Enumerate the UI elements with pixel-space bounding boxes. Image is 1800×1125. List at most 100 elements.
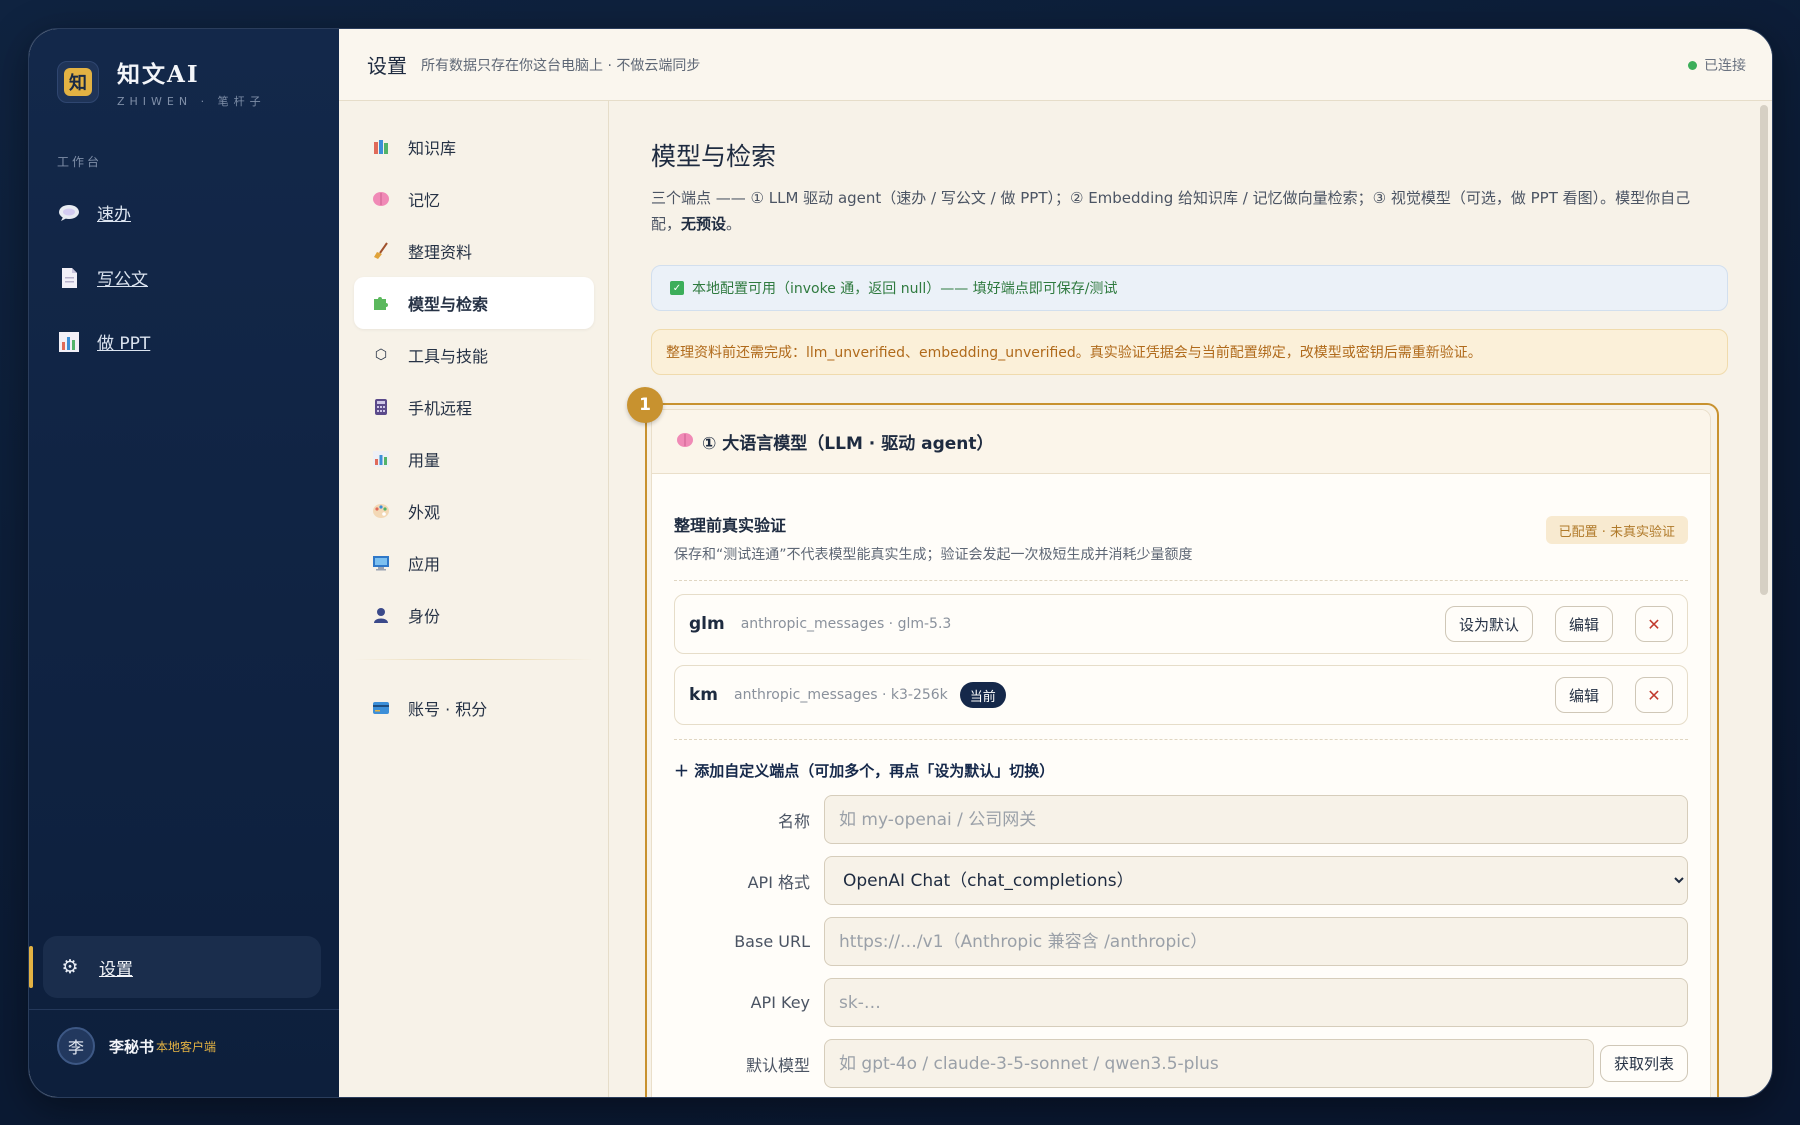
verify-description: 保存和“测试连通”不代表模型能真实生成；验证会发起一次极短生成并消耗少量额度: [674, 547, 1193, 563]
broom-icon: [370, 242, 392, 260]
subnav-item-remote[interactable]: 手机远程: [354, 381, 594, 433]
status-dot-icon: [1688, 60, 1697, 70]
desc-end: 。: [726, 215, 742, 233]
sidebar-item-quick[interactable]: 速办: [57, 200, 131, 225]
sidebar-item-label: 速办: [97, 205, 131, 225]
user-name: 李秘书: [109, 1037, 155, 1056]
subnav-label: 外观: [408, 503, 441, 522]
brain-icon: [370, 191, 392, 207]
form-row-name: 名称: [674, 795, 1688, 844]
page-title: 设置: [367, 54, 407, 78]
subnav-item-appearance[interactable]: 外观: [354, 485, 594, 537]
subnav-item-models[interactable]: 模型与检索: [354, 277, 594, 329]
subnav-item-organize[interactable]: 整理资料: [354, 225, 594, 277]
status-badge: 已配置 · 未真实验证: [1545, 516, 1688, 544]
sidebar-item-label: 做 PPT: [97, 334, 151, 354]
base-url-input[interactable]: [824, 917, 1688, 966]
user-profile[interactable]: 李 李秘书 本地客户端: [57, 1027, 216, 1065]
books-icon: [370, 139, 392, 155]
subnav-item-memory[interactable]: 记忆: [354, 173, 594, 225]
monitor-icon: [370, 555, 392, 571]
calculator-icon: [370, 398, 392, 416]
subnav-item-usage[interactable]: 用量: [354, 433, 594, 485]
main-area: 设置 所有数据只存在你这台电脑上 · 不做云端同步 已连接 知识库 记忆 整理资…: [339, 29, 1772, 1097]
current-badge: 当前: [959, 682, 1006, 708]
api-key-label: API Key: [750, 993, 810, 1012]
gear-icon: ⚙: [61, 956, 79, 978]
hexagon-icon: ⬡: [374, 347, 388, 363]
endpoint-meta: anthropic_messages · glm-5.3: [740, 616, 952, 632]
alert-ok-text: 本地配置可用（invoke 通，返回 null）—— 填好端点即可保存/测试: [692, 281, 1118, 297]
subnav-label: 账号 · 积分: [408, 700, 488, 719]
scrollbar[interactable]: [1760, 105, 1768, 595]
section-label-workbench: 工作台: [57, 155, 103, 169]
desc-bold: 无预设: [681, 215, 727, 233]
delete-button[interactable]: ✕: [1635, 606, 1673, 642]
sidebar-item-label: 设置: [99, 959, 133, 980]
llm-card-wrap: 1 ① 大语言模型（LLM · 驱动 agent） 整理前真实验证 保存和“测试…: [627, 387, 1728, 1097]
subnav-item-tools[interactable]: ⬡ 工具与技能: [354, 329, 594, 381]
subnav-label: 用量: [408, 451, 441, 470]
llm-card: ① 大语言模型（LLM · 驱动 agent） 整理前真实验证 保存和“测试连通…: [651, 409, 1711, 1097]
subnav-label: 应用: [408, 555, 441, 574]
settings-body: 知识库 记忆 整理资料 模型与检索 ⬡ 工具与技能 手机远程 用量 外观 应用 …: [339, 101, 1772, 1097]
user-tag: 本地客户端: [156, 1039, 217, 1054]
status-alert-ok: ✓ 本地配置可用（invoke 通，返回 null）—— 填好端点即可保存/测试: [651, 265, 1728, 311]
fetch-list-button[interactable]: 获取列表: [1599, 1045, 1688, 1082]
close-icon: ✕: [1647, 614, 1661, 634]
divider: [674, 739, 1688, 740]
app-logo: 知: [57, 61, 99, 103]
subnav-label: 整理资料: [408, 243, 473, 262]
form-row-api-key: API Key: [674, 978, 1688, 1027]
subnav-divider: [354, 659, 594, 660]
default-model-input[interactable]: [824, 1039, 1594, 1088]
settings-subnav: 知识库 记忆 整理资料 模型与检索 ⬡ 工具与技能 手机远程 用量 外观 应用 …: [339, 101, 609, 1097]
delete-button[interactable]: ✕: [1635, 677, 1673, 713]
set-default-button[interactable]: 设为默认: [1444, 606, 1533, 642]
api-format-select[interactable]: OpenAI Chat（chat_completions）: [824, 856, 1688, 905]
subnav-item-apps[interactable]: 应用: [354, 537, 594, 589]
card-header: ① 大语言模型（LLM · 驱动 agent）: [652, 410, 1710, 474]
endpoint-row-glm: glm anthropic_messages · glm-5.3 设为默认 编辑…: [674, 594, 1688, 654]
sidebar-divider: [29, 1009, 339, 1010]
add-endpoint-link[interactable]: ＋ 添加自定义端点（可加多个，再点「设为默认」切换）: [674, 760, 1688, 781]
palette-icon: [370, 503, 392, 519]
subnav-item-identity[interactable]: 身份: [354, 589, 594, 641]
sidebar-item-label: 写公文: [97, 270, 148, 290]
api-format-label: API 格式: [747, 872, 810, 892]
subnav-label: 身份: [408, 607, 441, 626]
person-icon: [370, 607, 392, 623]
speech-bubble-icon: [57, 201, 81, 225]
card-title: ① 大语言模型（LLM · 驱动 agent）: [702, 434, 994, 454]
verify-title: 整理前真实验证: [674, 516, 787, 535]
subnav-label: 记忆: [408, 191, 441, 210]
form-row-model: 默认模型 获取列表: [674, 1039, 1688, 1088]
settings-content: 模型与检索 三个端点 —— ① LLM 驱动 agent（速办 / 写公文 / …: [609, 101, 1772, 1097]
sidebar-item-settings[interactable]: ⚙ 设置: [29, 936, 321, 998]
close-icon: ✕: [1647, 685, 1661, 705]
edit-button[interactable]: 编辑: [1554, 677, 1613, 713]
chart-icon: [370, 451, 392, 467]
bar-chart-icon: [57, 330, 81, 354]
status-text: 已连接: [1704, 58, 1746, 74]
edit-button[interactable]: 编辑: [1554, 606, 1613, 642]
default-model-label: 默认模型: [745, 1055, 810, 1075]
subnav-item-knowledge[interactable]: 知识库: [354, 121, 594, 173]
section-description: 三个端点 —— ① LLM 驱动 agent（速办 / 写公文 / 做 PPT）…: [651, 185, 1701, 237]
endpoint-row-km: km anthropic_messages · k3-256k 当前 编辑 ✕: [674, 665, 1688, 725]
sidebar: 知 知文AI ZHIWEN · 笔杆子 工作台 速办 写公文 做 PPT ⚙ 设…: [29, 29, 339, 1097]
page-subtitle: 所有数据只存在你这台电脑上 · 不做云端同步: [421, 57, 701, 74]
endpoint-name: glm: [689, 614, 725, 634]
subnav-item-account[interactable]: 账号 · 积分: [354, 682, 594, 734]
status-alert-warning: 整理资料前还需完成：llm_unverified、embedding_unver…: [651, 329, 1728, 375]
form-row-format: API 格式 OpenAI Chat（chat_completions）: [674, 856, 1688, 905]
subnav-label: 知识库: [408, 139, 457, 158]
topbar: 设置 所有数据只存在你这台电脑上 · 不做云端同步 已连接: [339, 29, 1772, 101]
form-row-base-url: Base URL: [674, 917, 1688, 966]
sidebar-item-write-doc[interactable]: 写公文: [57, 265, 148, 290]
api-key-input[interactable]: [824, 978, 1688, 1027]
name-input[interactable]: [824, 795, 1688, 844]
endpoint-name: km: [689, 685, 719, 705]
step-badge: 1: [627, 387, 663, 423]
sidebar-item-make-ppt[interactable]: 做 PPT: [57, 329, 150, 354]
